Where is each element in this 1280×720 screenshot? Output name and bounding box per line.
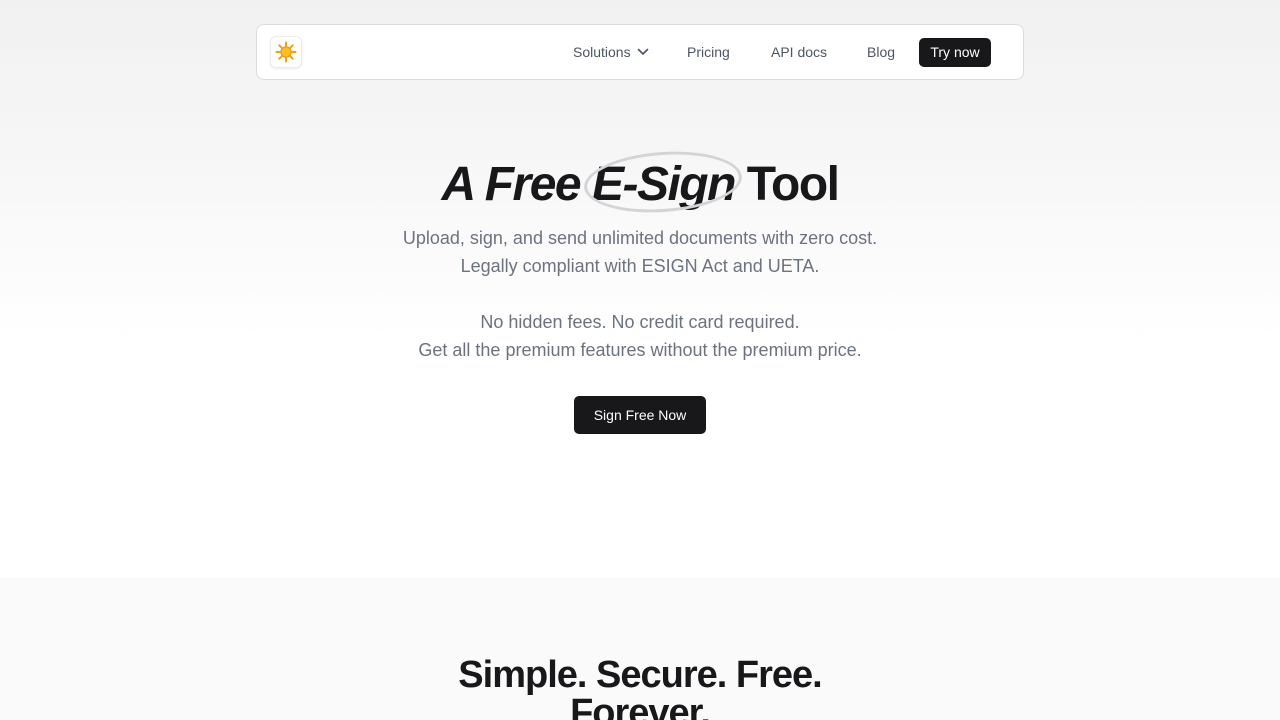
headline-part1: A Free bbox=[441, 158, 592, 211]
nav-solutions[interactable]: Solutions bbox=[573, 25, 649, 79]
hero-subtitle-line2: Legally compliant with ESIGN Act and UET… bbox=[460, 256, 820, 276]
features-title: Simple. Secure. Free. Forever. bbox=[0, 656, 1280, 720]
hero-headline: A Free E-Sign Tool bbox=[0, 146, 1280, 218]
headline-part3: Tool bbox=[734, 158, 840, 211]
sun-icon bbox=[275, 41, 297, 63]
nav-api-docs[interactable]: API docs bbox=[771, 25, 827, 79]
sign-free-now-button[interactable]: Sign Free Now bbox=[574, 396, 706, 434]
features-title-line2: Forever. bbox=[570, 692, 711, 720]
headline-highlight: E-Sign bbox=[591, 158, 737, 211]
try-now-button[interactable]: Try now bbox=[919, 38, 991, 67]
hero-subtitle-line4: Get all the premium features without the… bbox=[418, 340, 862, 360]
features-title-line1: Simple. Secure. Free. bbox=[458, 654, 822, 696]
nav-blog[interactable]: Blog bbox=[867, 25, 895, 79]
nav-pricing[interactable]: Pricing bbox=[687, 25, 730, 79]
nav-solutions-label: Solutions bbox=[573, 44, 631, 60]
features-section: Simple. Secure. Free. Forever. bbox=[0, 578, 1280, 720]
hero-subtitle-line1: Upload, sign, and send unlimited documen… bbox=[402, 228, 878, 248]
hero-section: Solutions Pricing API docs Blog Try now … bbox=[0, 0, 1280, 578]
headline-highlight-wrap: E-Sign bbox=[582, 146, 744, 218]
chevron-down-icon bbox=[638, 48, 649, 56]
hero-subtitle-line3: No hidden fees. No credit card required. bbox=[480, 312, 800, 332]
navbar: Solutions Pricing API docs Blog Try now bbox=[256, 24, 1024, 80]
logo[interactable] bbox=[270, 36, 302, 68]
